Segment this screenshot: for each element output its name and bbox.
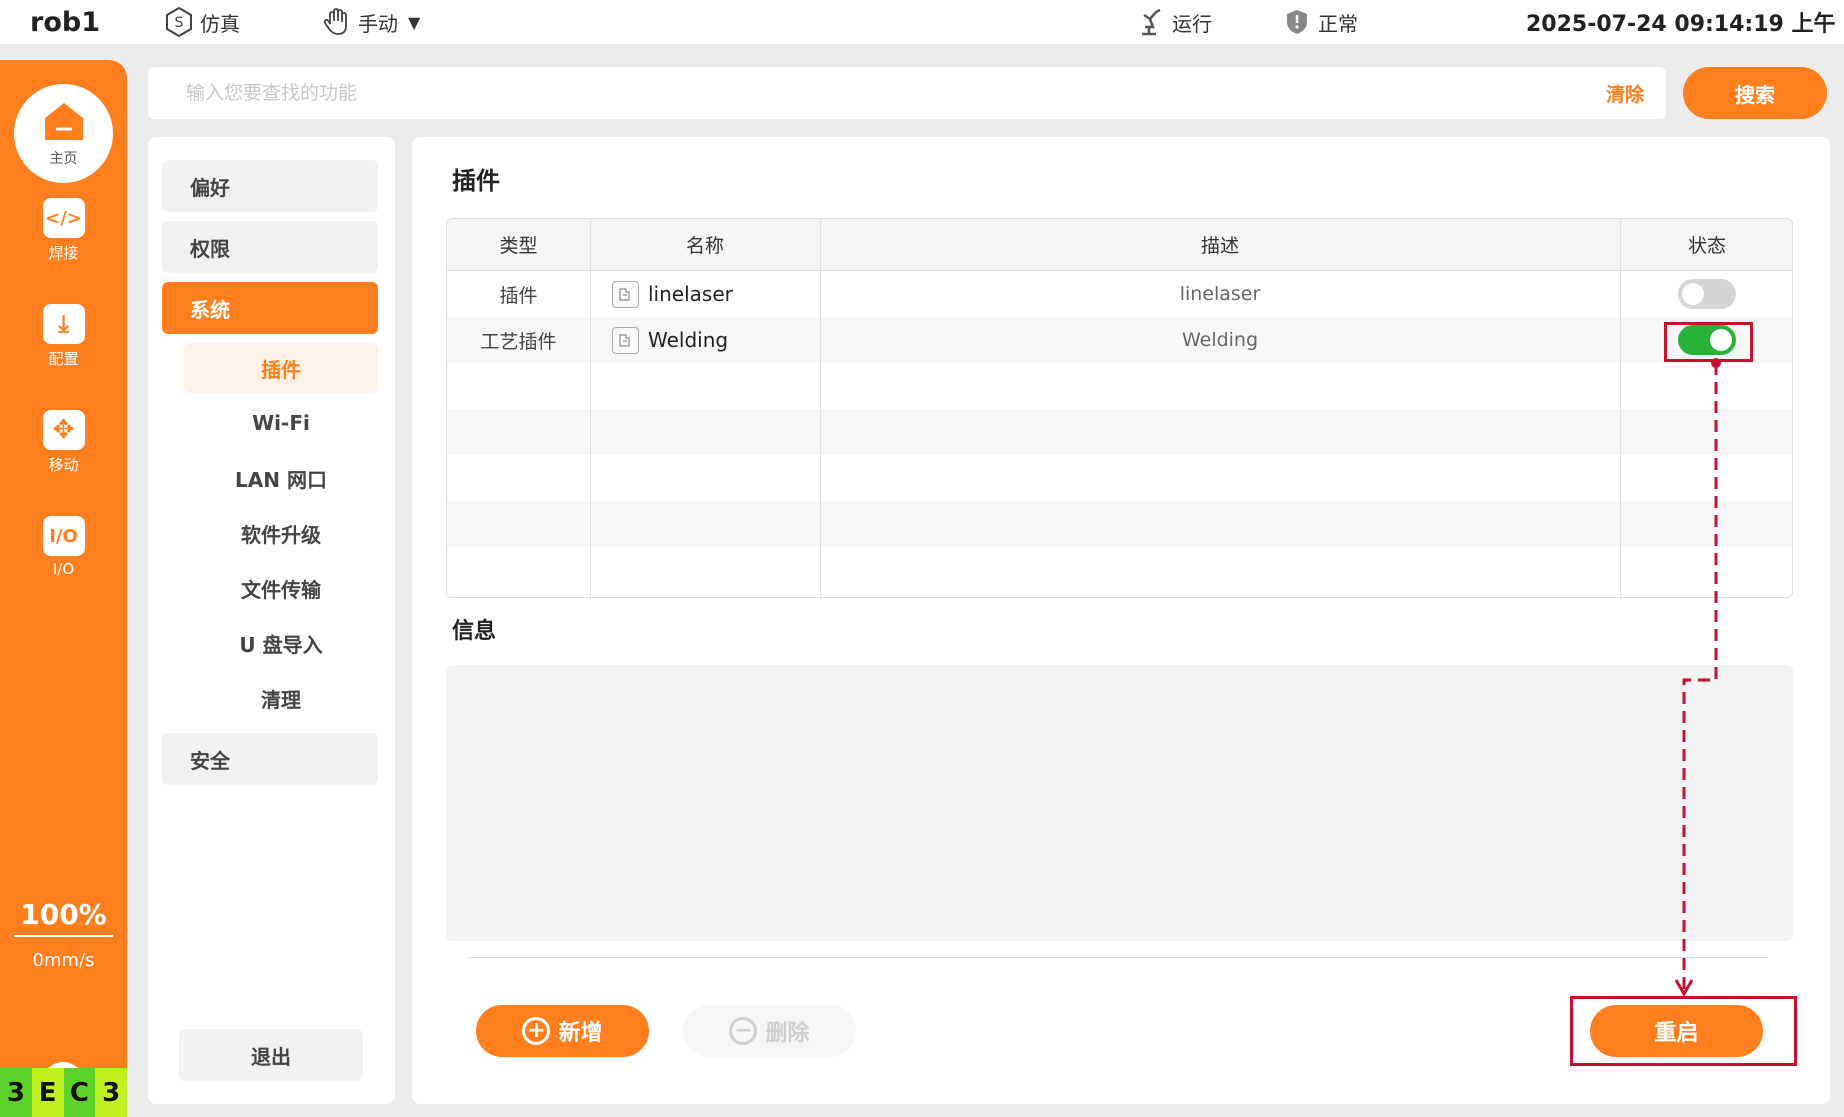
nav-sub-plugins[interactable]: 插件 — [184, 343, 378, 393]
code-icon: </> — [42, 198, 85, 238]
logout-button[interactable]: 退出 — [179, 1029, 363, 1081]
io-icon: I/O — [42, 516, 85, 556]
column-divider — [1620, 219, 1621, 597]
logo-letter: 3 — [95, 1068, 127, 1117]
home-icon — [41, 100, 87, 146]
empty-row — [447, 455, 1792, 501]
move-icon: ✥ — [42, 410, 85, 450]
toggle-knob — [1682, 283, 1704, 305]
empty-row — [447, 547, 1792, 597]
nav-sub-lan[interactable]: LAN 网口 — [184, 453, 378, 503]
top-bar: rob1 S 仿真 手动 ▼ 运行 正常 2025-07-24 09:14:19… — [0, 0, 1844, 44]
plugin-icon — [612, 280, 639, 308]
rail-label-move: 移动 — [48, 456, 79, 474]
home-button[interactable]: 主页 — [14, 84, 113, 183]
page-title: 插件 — [452, 167, 500, 195]
search-button[interactable]: 搜索 — [1683, 67, 1827, 119]
main-rail: 主页 </> 焊接 ⤓ 配置 ✥ 移动 I/O I/O 100% 0mm/s — [0, 60, 127, 1117]
add-label: 新增 — [558, 1021, 603, 1046]
plugin-name-cell: Welding — [590, 317, 820, 363]
minus-circle-icon: − — [729, 1017, 758, 1045]
divider — [468, 957, 1768, 958]
nav-sub-usb-import[interactable]: U 盘导入 — [184, 618, 378, 668]
column-header-type: 类型 — [499, 235, 538, 257]
mode-dropdown[interactable]: 手动 ▼ — [320, 0, 420, 44]
mode-label: 手动 — [358, 11, 398, 36]
plugin-name: Welding — [648, 328, 729, 352]
run-status: 运行 — [1134, 0, 1212, 44]
datetime: 2025-07-24 09:14:19 上午 — [1526, 12, 1836, 37]
plugin-description: Welding — [1181, 329, 1259, 351]
simulation-label: 仿真 — [200, 11, 240, 36]
plugin-type: 插件 — [499, 284, 538, 307]
download-icon: ⤓ — [42, 304, 85, 344]
table-header: 类型 名称 描述 状态 — [447, 219, 1792, 271]
plugin-panel: 插件 类型 名称 描述 状态 插件 linelaser linelaser 工艺… — [412, 137, 1830, 1104]
rail-item-io[interactable]: I/O I/O — [0, 516, 127, 578]
column-divider — [590, 219, 591, 597]
speed-readout: 0mm/s — [32, 950, 95, 971]
clear-button[interactable]: 清除 — [1606, 67, 1644, 119]
column-header-description: 描述 — [1200, 235, 1239, 257]
hand-icon — [320, 5, 354, 39]
nav-sub-cleanup[interactable]: 清理 — [184, 673, 378, 723]
info-title: 信息 — [452, 619, 497, 644]
annotation-highlight-restart — [1570, 996, 1797, 1066]
plugin-type: 工艺插件 — [480, 330, 557, 353]
column-header-status: 状态 — [1687, 235, 1726, 257]
plugin-status-cell — [1620, 271, 1792, 317]
rail-label-io: I/O — [52, 560, 75, 578]
logo-letter: 3 — [0, 1068, 32, 1117]
svg-text:S: S — [175, 15, 184, 31]
settings-nav: 偏好 权限 系统 插件 Wi-Fi LAN 网口 软件升级 文件传输 U 盘导入… — [148, 137, 395, 1104]
caret-down-icon: ▼ — [408, 12, 421, 32]
table-row[interactable]: 插件 linelaser linelaser — [447, 271, 1792, 317]
search-input[interactable] — [148, 67, 1548, 119]
empty-row — [447, 409, 1792, 455]
rail-label-config: 配置 — [48, 350, 79, 368]
rail-item-move[interactable]: ✥ 移动 — [0, 410, 127, 475]
status-label: 正常 — [1318, 11, 1358, 36]
robot-arm-icon — [1134, 5, 1168, 39]
column-divider — [820, 219, 821, 597]
rail-label-welding: 焊接 — [48, 244, 79, 262]
plugin-icon — [612, 326, 639, 354]
system-status: 正常 — [1280, 0, 1358, 44]
add-button[interactable]: + 新增 — [476, 1005, 649, 1057]
ec3-logo: 3 E C 3 — [0, 1068, 127, 1117]
run-label: 运行 — [1172, 11, 1212, 36]
delete-button[interactable]: − 删除 — [683, 1005, 856, 1057]
empty-row — [447, 501, 1792, 547]
plugin-toggle-linelaser[interactable] — [1678, 279, 1736, 309]
nav-item-preference[interactable]: 偏好 — [162, 160, 378, 212]
shield-icon — [1280, 5, 1314, 39]
rail-item-config[interactable]: ⤓ 配置 — [0, 304, 127, 369]
delete-label: 删除 — [765, 1021, 810, 1046]
nav-sub-upgrade[interactable]: 软件升级 — [184, 508, 378, 558]
search-bar: 清除 — [148, 67, 1666, 119]
nav-sub-file-transfer[interactable]: 文件传输 — [184, 563, 378, 613]
plugin-table: 类型 名称 描述 状态 插件 linelaser linelaser 工艺插件 — [446, 218, 1793, 598]
table-row[interactable]: 工艺插件 Welding Welding — [447, 317, 1792, 363]
info-area — [446, 665, 1793, 941]
nav-sub-wifi[interactable]: Wi-Fi — [184, 398, 378, 448]
speed-override[interactable]: 100% — [14, 898, 113, 937]
nav-item-permission[interactable]: 权限 — [162, 221, 378, 273]
logo-letter: E — [31, 1068, 64, 1117]
logo-letter: C — [63, 1068, 96, 1117]
nav-item-system[interactable]: 系统 — [162, 282, 378, 334]
plugin-description: linelaser — [1179, 283, 1261, 305]
robot-name: rob1 — [30, 6, 100, 38]
home-label: 主页 — [49, 150, 78, 167]
empty-row — [447, 363, 1792, 409]
simulation-icon: S — [162, 5, 196, 39]
rail-item-welding[interactable]: </> 焊接 — [0, 198, 127, 263]
plugin-name: linelaser — [648, 282, 733, 306]
nav-item-security[interactable]: 安全 — [162, 733, 378, 785]
column-header-name: 名称 — [685, 235, 724, 257]
plus-circle-icon: + — [522, 1017, 551, 1045]
annotation-highlight-toggle — [1664, 322, 1753, 362]
plugin-name-cell: linelaser — [590, 271, 820, 317]
simulation-toggle[interactable]: S 仿真 — [162, 0, 240, 44]
